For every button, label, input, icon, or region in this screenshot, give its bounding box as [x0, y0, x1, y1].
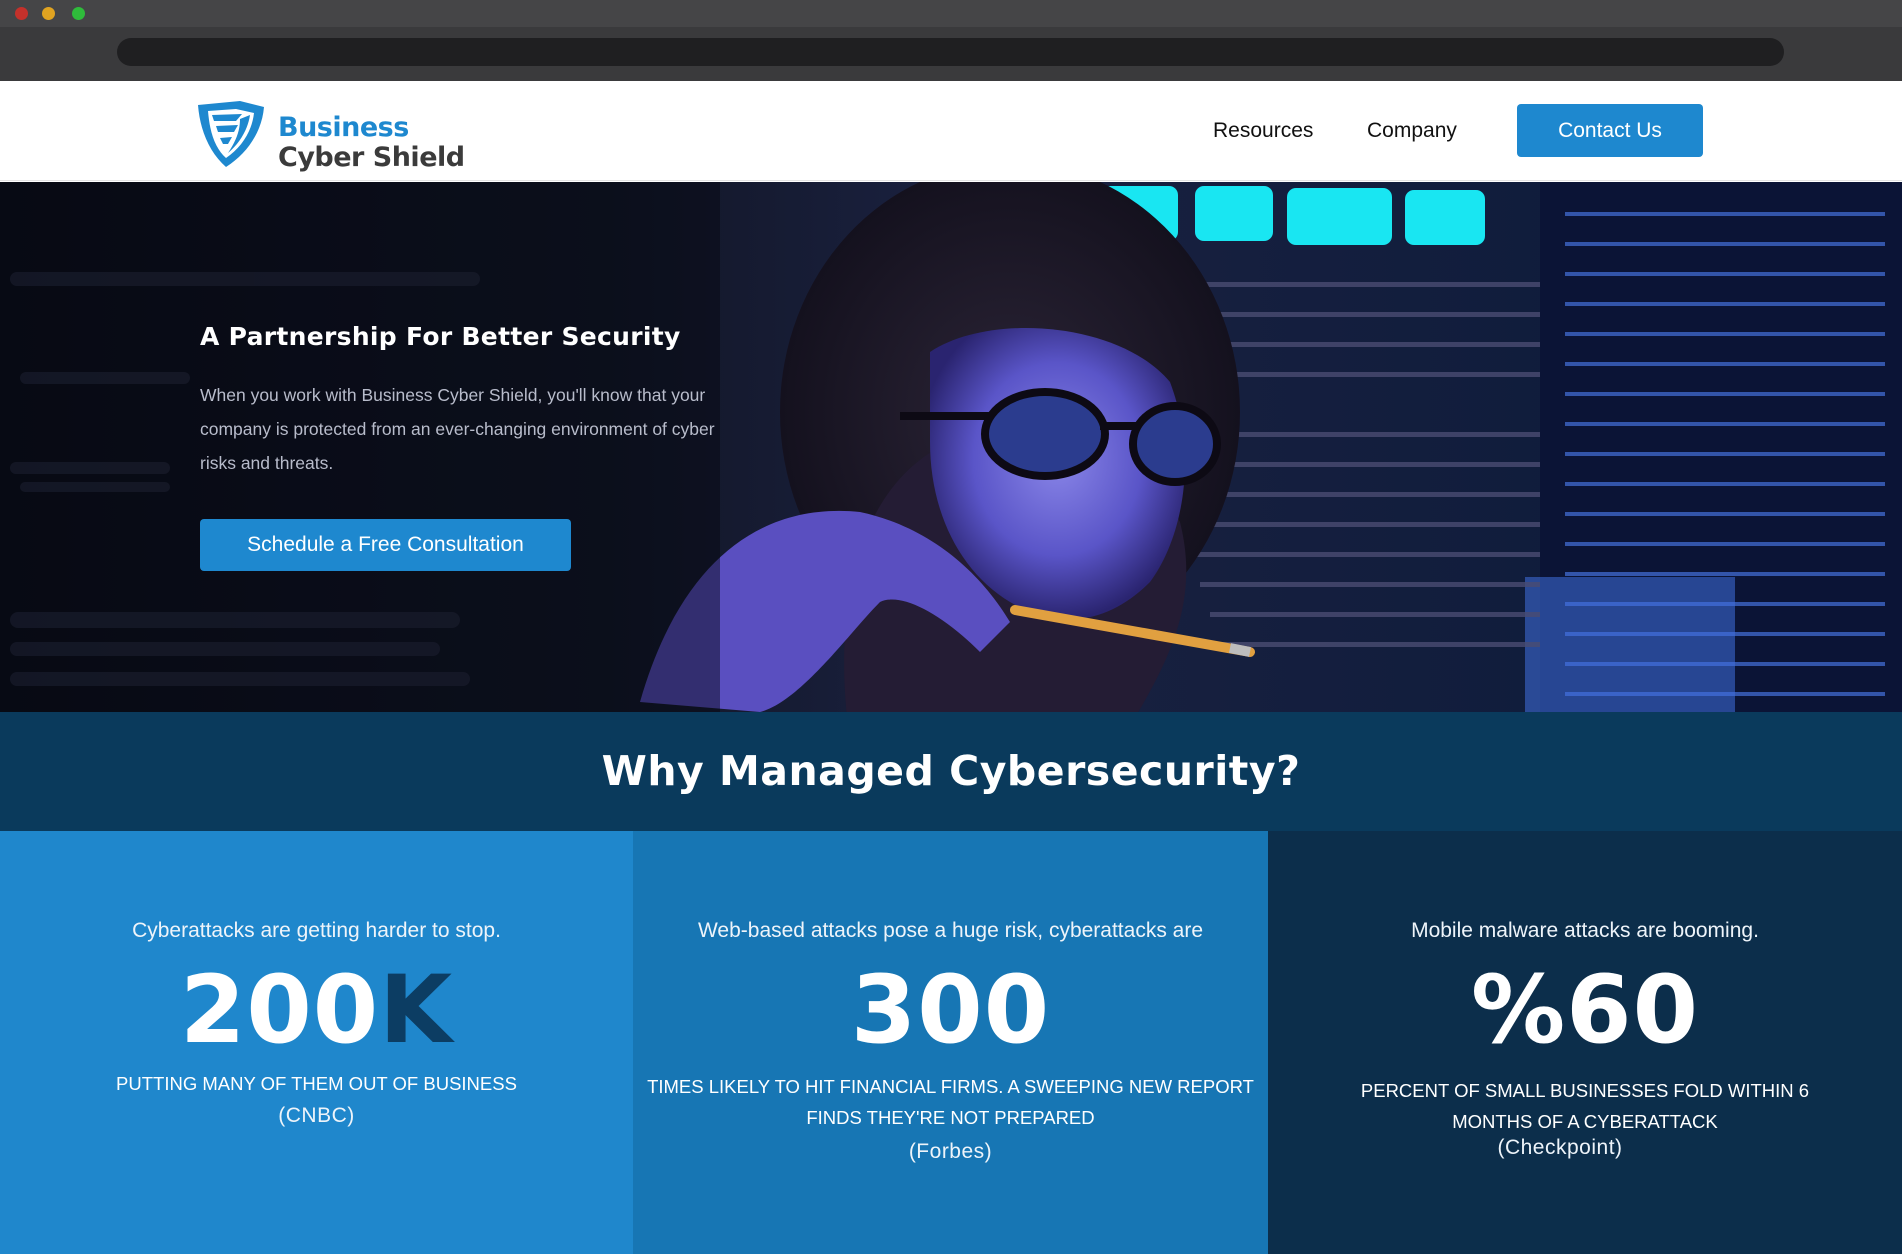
why-section: Why Managed Cybersecurity?	[0, 712, 1902, 831]
close-window-icon[interactable]	[15, 7, 28, 20]
stats-section: Cyberattacks are getting harder to stop.…	[0, 831, 1902, 1254]
stat-lead: Cyberattacks are getting harder to stop.	[132, 919, 501, 942]
address-bar[interactable]	[117, 38, 1784, 66]
stat-number-main: %60	[1471, 956, 1699, 1065]
stat-card-checkpoint: Mobile malware attacks are booming. %60 …	[1268, 831, 1902, 1254]
schedule-consultation-button[interactable]: Schedule a Free Consultation	[200, 519, 571, 571]
stat-number: %60	[1268, 956, 1902, 1066]
stat-number: 200K	[0, 956, 633, 1066]
stat-lead: Web-based attacks pose a huge risk, cybe…	[697, 919, 1204, 942]
browser-chrome	[0, 0, 1902, 81]
browser-titlebar	[0, 0, 1902, 27]
stat-card-cnbc: Cyberattacks are getting harder to stop.…	[0, 831, 633, 1254]
stat-lead: Mobile malware attacks are booming.	[1411, 919, 1759, 942]
logo-text-cyber-shield: Cyber Shield	[278, 142, 465, 173]
hero-title: A Partnership For Better Security	[200, 322, 681, 351]
contact-us-button[interactable]: Contact Us	[1517, 104, 1703, 157]
stat-number: 300	[633, 956, 1268, 1066]
stat-number-suffix: K	[379, 956, 454, 1065]
site-header: Business Cyber Shield Resources Company …	[0, 81, 1902, 181]
nav-company[interactable]: Company	[1367, 119, 1457, 143]
logo-text-business: Business	[278, 112, 409, 143]
shield-logo-icon	[198, 101, 264, 167]
minimize-window-icon[interactable]	[42, 7, 55, 20]
stat-source: (Checkpoint)	[1497, 1136, 1623, 1159]
hero-section: A Partnership For Better Security When y…	[0, 182, 1902, 712]
stat-number-main: 300	[850, 956, 1051, 1065]
why-title: Why Managed Cybersecurity?	[601, 747, 1301, 795]
stat-description: TIMES LIKELY TO HIT FINANCIAL FIRMS. A S…	[647, 1076, 1254, 1128]
hero-description: When you work with Business Cyber Shield…	[200, 385, 715, 473]
stat-description: PERCENT OF SMALL BUSINESSES FOLD WITHIN …	[1360, 1080, 1810, 1132]
logo[interactable]: Business Cyber Shield	[196, 93, 465, 173]
stat-card-forbes: Web-based attacks pose a huge risk, cybe…	[633, 831, 1268, 1254]
stat-description: PUTTING MANY OF THEM OUT OF BUSINESS	[116, 1073, 517, 1094]
maximize-window-icon[interactable]	[72, 7, 85, 20]
nav-resources[interactable]: Resources	[1213, 119, 1313, 143]
stat-source: (Forbes)	[908, 1140, 993, 1163]
stat-number-main: 200	[179, 956, 380, 1065]
stat-source: (CNBC)	[278, 1104, 355, 1127]
